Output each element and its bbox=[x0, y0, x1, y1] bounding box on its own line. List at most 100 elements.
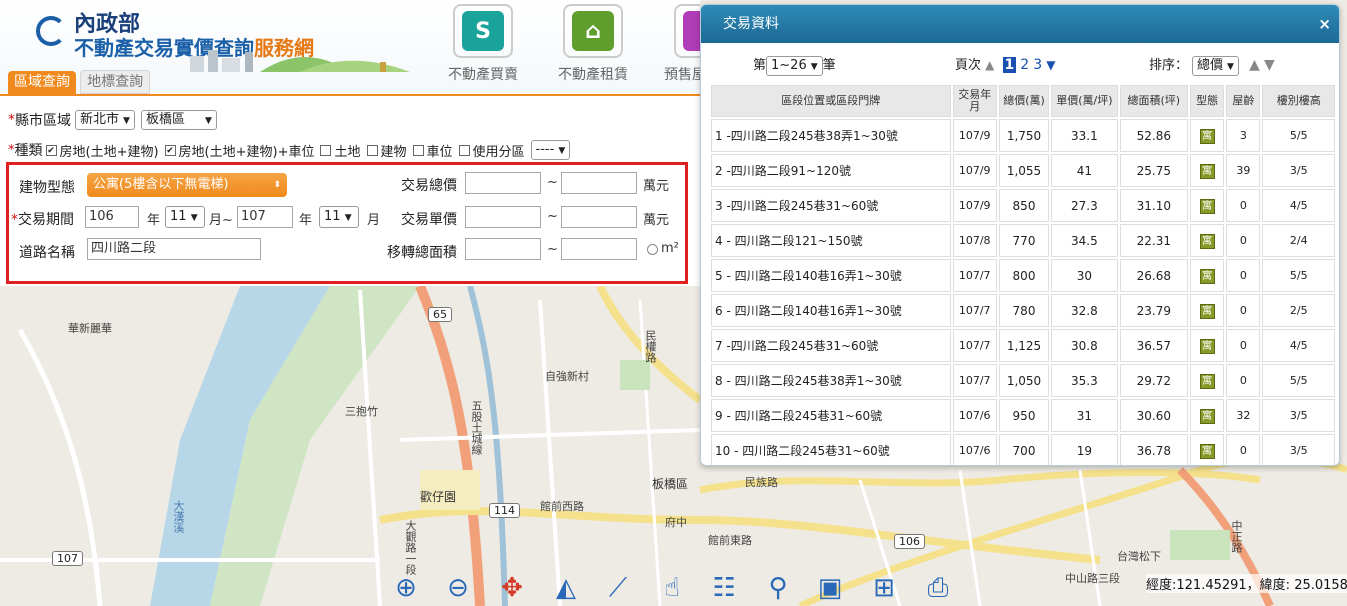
month-to-select[interactable]: 11 ▼ bbox=[319, 206, 359, 228]
zoom-in-icon[interactable]: ⊕ bbox=[388, 570, 424, 606]
type-option-label: 車位 bbox=[426, 144, 453, 160]
area-min-input[interactable] bbox=[465, 238, 541, 260]
area-max-input[interactable] bbox=[561, 238, 637, 260]
age-cell: 0 bbox=[1226, 224, 1261, 257]
tab-landmark-query[interactable]: 地標查詢 bbox=[80, 70, 151, 94]
total-price-min-input[interactable] bbox=[465, 172, 541, 194]
zoom-out-icon[interactable]: ⊖ bbox=[440, 570, 476, 606]
city-select[interactable]: 新北市 ▼ bbox=[75, 110, 135, 130]
area-cell: 23.79 bbox=[1119, 294, 1189, 327]
age-cell: 0 bbox=[1226, 294, 1261, 327]
table-row[interactable]: 5 - 四川路二段140巷16弄1~30號 107/7 800 30 26.68 寓 0 5/… bbox=[711, 259, 1335, 292]
col-header[interactable]: 交易年月 bbox=[952, 85, 997, 117]
page-link[interactable]: 1 bbox=[1002, 57, 1017, 73]
area-cell: 36.57 bbox=[1119, 329, 1189, 362]
unit-price-max-input[interactable] bbox=[561, 206, 637, 228]
map-label: 板橋區 bbox=[652, 477, 689, 491]
route-icon[interactable]: ⚲ bbox=[760, 570, 796, 606]
table-row[interactable]: 7 -四川路二段245巷31~60號 107/7 1,125 30.8 36.57 寓 0 4… bbox=[711, 329, 1335, 362]
col-header[interactable]: 總價(萬) bbox=[998, 85, 1050, 117]
table-row[interactable]: 3 -四川路二段245巷31~60號 107/9 850 27.3 31.10 寓 0 4/5 bbox=[711, 189, 1335, 222]
col-header[interactable]: 屋齡 bbox=[1226, 85, 1261, 117]
col-header[interactable]: 區段位置或區段門牌 bbox=[711, 85, 951, 117]
tilde: ~ bbox=[547, 242, 558, 257]
month-unit: 月~ bbox=[209, 213, 233, 228]
type-checkbox[interactable] bbox=[366, 144, 378, 156]
total-price-cell: 1,050 bbox=[998, 364, 1050, 397]
type-checkbox[interactable] bbox=[412, 144, 424, 156]
col-header[interactable]: 總面積(坪) bbox=[1119, 85, 1189, 117]
area-cell: 22.31 bbox=[1119, 224, 1189, 257]
table-row[interactable]: 4 - 四川路二段121~150號 107/8 770 34.5 22.31 寓 0 2/4 bbox=[711, 224, 1335, 257]
district-select[interactable]: 板橋區 ▼ bbox=[140, 110, 217, 130]
table-row[interactable]: 9 - 四川路二段245巷31~60號 107/6 950 31 30.60 寓 32 3/5 bbox=[711, 399, 1335, 432]
unit-price-cell: 30.8 bbox=[1051, 329, 1118, 362]
total-price-cell: 950 bbox=[998, 399, 1050, 432]
year-from-input[interactable]: 106 bbox=[85, 206, 139, 228]
unit-price-min-input[interactable] bbox=[465, 206, 541, 228]
measure-line-icon[interactable]: ⟋ bbox=[600, 570, 636, 606]
floor-cell: 3/5 bbox=[1262, 434, 1335, 465]
floor-cell: 4/5 bbox=[1262, 189, 1335, 222]
floor-cell: 5/5 bbox=[1262, 119, 1335, 152]
tab-area-query[interactable]: 區域查詢 bbox=[8, 71, 76, 95]
sort-asc-icon[interactable]: ▲ bbox=[1249, 57, 1260, 73]
table-row[interactable]: 10 - 四川路二段245巷31~60號 107/6 700 19 36.78 寓 0 3/5 bbox=[711, 434, 1335, 465]
age-cell: 0 bbox=[1226, 259, 1261, 292]
chevron-down-icon: ▼ bbox=[123, 116, 130, 126]
total-price-cell: 1,125 bbox=[998, 329, 1050, 362]
col-header[interactable]: 樓別樓高 bbox=[1262, 85, 1335, 117]
route-shield: 114 bbox=[489, 503, 520, 518]
col-header[interactable]: 型態 bbox=[1190, 85, 1225, 117]
area-unit-radio[interactable] bbox=[647, 244, 658, 255]
nav-presale-label: 預售屋 bbox=[664, 67, 700, 83]
pan-icon[interactable]: ✥ bbox=[494, 570, 530, 606]
close-icon[interactable]: × bbox=[1318, 5, 1331, 43]
type-checkbox[interactable] bbox=[320, 144, 332, 156]
city-label: 縣市區域 bbox=[15, 113, 71, 129]
frame-alt-icon[interactable]: ⊞ bbox=[866, 570, 902, 606]
apartment-type-icon: 寓 bbox=[1199, 198, 1215, 214]
table-row[interactable]: 1 -四川路二段245巷38弄1~30號 107/9 1,750 33.1 52.86 寓… bbox=[711, 119, 1335, 152]
table-row[interactable]: 8 - 四川路二段245巷38弄1~30號 107/7 1,050 35.3 29.72… bbox=[711, 364, 1335, 397]
floor-cell: 4/5 bbox=[1262, 329, 1335, 362]
page-link[interactable]: 3 bbox=[1033, 57, 1042, 73]
area-cell: 26.68 bbox=[1119, 259, 1189, 292]
locate-icon[interactable]: ☝ bbox=[654, 570, 690, 606]
print-icon[interactable]: ⎙ bbox=[920, 570, 956, 606]
month-from-select[interactable]: 11 ▼ bbox=[165, 206, 205, 228]
nav-rent-button[interactable]: ⌂ 不動產租賃 bbox=[538, 4, 648, 84]
next-page-icon[interactable]: ▼ bbox=[1046, 58, 1055, 72]
type-checkbox[interactable] bbox=[458, 144, 470, 156]
road-input[interactable]: 四川路二段 bbox=[87, 238, 261, 260]
frame-icon[interactable]: ▣ bbox=[812, 570, 848, 606]
prev-page-icon[interactable]: ▲ bbox=[985, 58, 994, 72]
map-label: 大漢溪 bbox=[172, 500, 185, 533]
required-mark: * bbox=[8, 112, 15, 128]
type-checkbox[interactable] bbox=[164, 144, 176, 156]
zone-select[interactable]: ---- ▼ bbox=[530, 140, 571, 160]
unit-price-cell: 35.3 bbox=[1051, 364, 1118, 397]
type-cell: 寓 bbox=[1190, 329, 1225, 362]
nav-sale-label: 不動產買賣 bbox=[448, 67, 518, 83]
table-row[interactable]: 6 - 四川路二段140巷16弄1~30號 107/7 780 32.8 23.79 寓 0… bbox=[711, 294, 1335, 327]
measure-area-icon[interactable]: ◭ bbox=[548, 570, 584, 606]
sort-select[interactable]: 總價 ▼ bbox=[1192, 56, 1239, 76]
layers-icon[interactable]: ☷ bbox=[706, 570, 742, 606]
map-label: 自強新村 bbox=[545, 370, 589, 383]
area-cell: 30.60 bbox=[1119, 399, 1189, 432]
building-type-select[interactable]: 公寓(5樓含以下無電梯) ⬍ bbox=[87, 173, 287, 197]
total-price-max-input[interactable] bbox=[561, 172, 637, 194]
chevron-down-icon: ▼ bbox=[558, 146, 566, 156]
page-link[interactable]: 2 bbox=[1020, 57, 1029, 73]
type-checkbox[interactable] bbox=[45, 144, 57, 156]
sort-desc-icon[interactable]: ▼ bbox=[1264, 57, 1275, 73]
total-price-cell: 700 bbox=[998, 434, 1050, 465]
total-price-label: 交易總價 bbox=[401, 178, 457, 194]
nav-sale-button[interactable]: S 不動產買賣 bbox=[428, 4, 538, 84]
col-header[interactable]: 單價(萬/坪) bbox=[1051, 85, 1118, 117]
nav-presale-button[interactable]: ║ 預售屋 bbox=[648, 4, 700, 84]
year-to-input[interactable]: 107 bbox=[237, 206, 293, 228]
table-row[interactable]: 2 -四川路二段91~120號 107/9 1,055 41 25.75 寓 39 3/5 bbox=[711, 154, 1335, 187]
range-select[interactable]: 1~26 ▼ bbox=[766, 56, 823, 76]
